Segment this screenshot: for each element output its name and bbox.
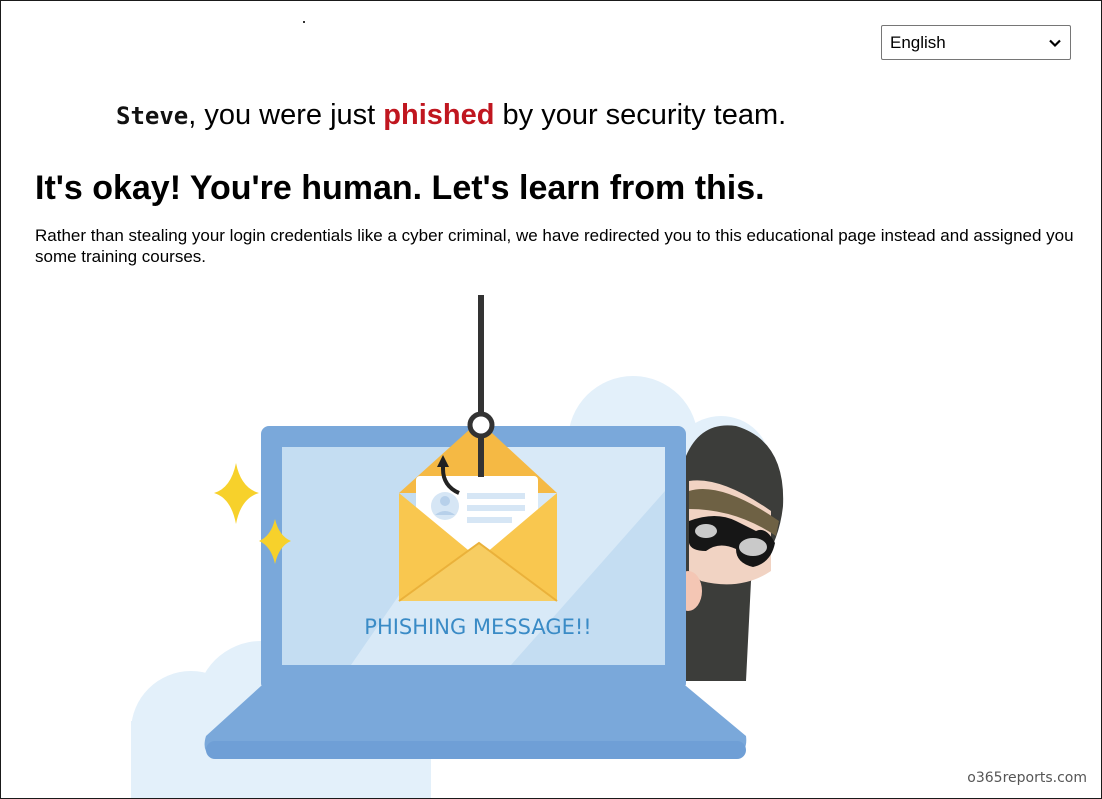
language-select-value: English (890, 32, 946, 52)
language-select[interactable]: English (881, 25, 1071, 60)
watermark: o365reports.com (967, 770, 1087, 786)
page-title: It's okay! You're human. Let's learn fro… (35, 169, 765, 207)
headline-suffix: by your security team. (494, 99, 787, 131)
page-frame: English Steve, you were just phished by … (0, 0, 1102, 799)
phished-headline: Steve, you were just phished by your sec… (116, 99, 786, 132)
phishing-illustration: PHISHING MESSAGE!! (131, 295, 784, 798)
description-text: Rather than stealing your login credenti… (35, 226, 1074, 266)
stray-dot (303, 21, 305, 23)
phished-word: phished (383, 99, 495, 131)
sparkle-icon (214, 463, 259, 524)
headline-prefix: , you were just (188, 99, 384, 131)
user-name: Steve (116, 102, 189, 130)
chevron-down-icon (1049, 39, 1061, 47)
phishing-caption: PHISHING MESSAGE!! (364, 615, 591, 639)
hacker-figure (674, 425, 784, 681)
